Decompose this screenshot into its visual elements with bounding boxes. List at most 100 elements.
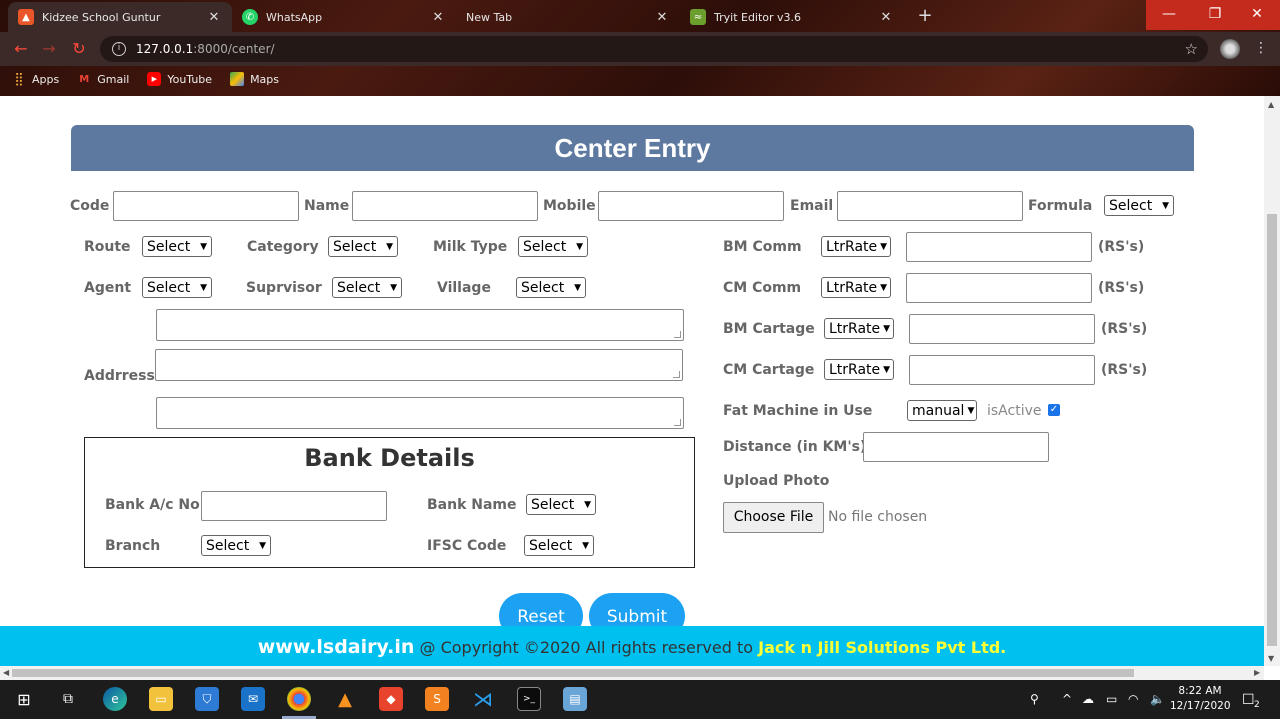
cm-cartage-select[interactable]: LtrRate ▼	[824, 359, 894, 380]
route-select[interactable]: Select ▼	[142, 236, 212, 257]
bank-name-select[interactable]: Select ▼	[526, 494, 596, 515]
scroll-down-icon[interactable]: ▼	[1268, 654, 1274, 663]
distance-input[interactable]	[863, 432, 1049, 462]
edge-icon[interactable]: e	[103, 687, 127, 711]
choose-file-button[interactable]: Choose File	[723, 502, 824, 533]
bm-cartage-input[interactable]	[909, 314, 1095, 344]
minimize-button[interactable]: —	[1146, 0, 1192, 30]
task-view-icon[interactable]: ⧉	[56, 687, 80, 711]
scrollbar-thumb[interactable]	[12, 669, 1134, 677]
restore-button[interactable]: ❐	[1192, 0, 1238, 30]
agent-select[interactable]: Select ▼	[142, 277, 212, 298]
village-select[interactable]: Select ▼	[516, 277, 586, 298]
select-value: Select	[521, 279, 565, 296]
tab-new-tab[interactable]: New Tab ✕	[456, 2, 680, 32]
close-icon[interactable]: ✕	[878, 10, 894, 25]
horizontal-scrollbar[interactable]: ◀ ▶	[0, 666, 1264, 680]
bm-comm-input[interactable]	[906, 232, 1092, 262]
ifsc-select[interactable]: Select ▼	[524, 535, 594, 556]
cm-cartage-input[interactable]	[909, 355, 1095, 385]
cm-comm-input[interactable]	[906, 273, 1092, 303]
forward-arrow-icon[interactable]: →	[38, 38, 60, 60]
notification-center-icon[interactable]: ☐	[1242, 692, 1255, 708]
address-line-3[interactable]	[156, 397, 684, 429]
info-icon[interactable]: i	[112, 42, 126, 56]
vlc-icon[interactable]: ▲	[333, 687, 357, 711]
tab-whatsapp[interactable]: ✆ WhatsApp ✕	[232, 2, 456, 32]
bank-account-input[interactable]	[201, 491, 387, 521]
address-bar[interactable]: i 127.0.0.1:8000/center/ ☆	[100, 36, 1208, 62]
system-clock[interactable]: 8:22 AM 12/17/2020	[1170, 684, 1231, 714]
scrollbar-thumb[interactable]	[1267, 214, 1277, 646]
new-tab-button[interactable]: +	[914, 6, 936, 28]
volume-icon[interactable]: 🔈	[1150, 692, 1165, 706]
close-icon[interactable]: ✕	[206, 10, 222, 25]
bookmark-star-icon[interactable]: ☆	[1185, 40, 1198, 58]
people-icon[interactable]: ⚲	[1030, 692, 1039, 706]
anydesk-icon[interactable]: ◆	[379, 687, 403, 711]
bookmark-gmail[interactable]: M Gmail	[77, 72, 129, 86]
select-value: LtrRate	[826, 279, 878, 296]
profile-avatar[interactable]	[1220, 39, 1240, 59]
bookmark-label: Maps	[250, 72, 280, 86]
scroll-right-icon[interactable]: ▶	[1254, 668, 1260, 677]
cm-comm-select[interactable]: LtrRate ▼	[821, 277, 891, 298]
bookmark-apps[interactable]: ⣿ Apps	[12, 72, 60, 87]
scroll-left-icon[interactable]: ◀	[3, 668, 9, 677]
chevron-down-icon: ▼	[880, 282, 888, 293]
menu-dots-icon[interactable]: ⋮	[1254, 40, 1268, 56]
branch-select[interactable]: Select ▼	[201, 535, 271, 556]
url-path: :8000/center/	[193, 42, 275, 56]
back-arrow-icon[interactable]: ←	[10, 38, 32, 60]
bm-comm-select[interactable]: LtrRate ▼	[821, 236, 891, 257]
cm-cartage-unit: (RS's)	[1101, 362, 1148, 378]
wifi-icon[interactable]: ◠	[1128, 692, 1138, 706]
bookmark-label: YouTube	[167, 72, 213, 86]
tab-kidzee[interactable]: ▲ Kidzee School Guntur ✕	[8, 2, 232, 32]
tab-title: Tryit Editor v3.6	[714, 10, 802, 24]
scroll-up-icon[interactable]: ▲	[1268, 100, 1274, 109]
code-input[interactable]	[113, 191, 299, 221]
email-input[interactable]	[837, 191, 1023, 221]
cm-comm-label: CM Comm	[723, 280, 802, 296]
is-active-checkbox[interactable]: ✓	[1048, 404, 1060, 416]
bookmark-youtube[interactable]: ▶ YouTube	[147, 72, 212, 86]
store-icon[interactable]: ⛉	[195, 687, 219, 711]
bookmark-label: Apps	[32, 72, 60, 86]
chevron-down-icon: ▼	[880, 241, 888, 252]
milk-type-select[interactable]: Select ▼	[518, 236, 588, 257]
file-explorer-icon[interactable]: ▭	[149, 687, 173, 711]
chevron-down-icon: ▼	[200, 241, 207, 252]
name-input[interactable]	[352, 191, 538, 221]
windows-start-icon[interactable]: ⊞	[12, 687, 36, 711]
sublime-text-icon[interactable]: S	[425, 687, 449, 711]
bm-cartage-select[interactable]: LtrRate ▼	[824, 318, 894, 339]
battery-icon[interactable]: ▭	[1106, 692, 1117, 706]
reload-icon[interactable]: ↻	[68, 38, 90, 60]
select-value: Select	[147, 238, 191, 255]
chrome-icon[interactable]	[287, 687, 311, 711]
footer-company: Jack n Jill Solutions Pvt Ltd.	[758, 638, 1007, 657]
tray-chevron-up-icon[interactable]: ^	[1062, 692, 1072, 706]
bookmark-maps[interactable]: Maps	[230, 72, 279, 86]
mobile-input[interactable]	[598, 191, 784, 221]
address-line-1[interactable]	[156, 309, 684, 341]
onedrive-icon[interactable]: ☁	[1082, 692, 1094, 706]
formula-select[interactable]: Select ▼	[1104, 195, 1174, 216]
close-icon[interactable]: ✕	[654, 10, 670, 25]
maps-icon	[230, 72, 245, 86]
select-value: Select	[333, 238, 377, 255]
mail-icon[interactable]: ✉	[241, 687, 265, 711]
vscode-icon[interactable]: ⋊	[471, 687, 495, 711]
footer-site-link[interactable]: www.lsdairy.in	[258, 636, 415, 658]
fat-machine-select[interactable]: manual ▼	[907, 400, 977, 421]
supervisor-select[interactable]: Select ▼	[332, 277, 402, 298]
terminal-icon[interactable]: >_	[517, 687, 541, 711]
close-window-button[interactable]: ✕	[1234, 0, 1280, 30]
notepad-icon[interactable]: ▤	[563, 687, 587, 711]
tab-tryit[interactable]: ≈ Tryit Editor v3.6 ✕	[680, 2, 904, 32]
close-icon[interactable]: ✕	[430, 10, 446, 25]
vertical-scrollbar[interactable]: ▲ ▼	[1264, 96, 1280, 666]
address-line-2[interactable]	[155, 349, 683, 381]
category-select[interactable]: Select ▼	[328, 236, 398, 257]
